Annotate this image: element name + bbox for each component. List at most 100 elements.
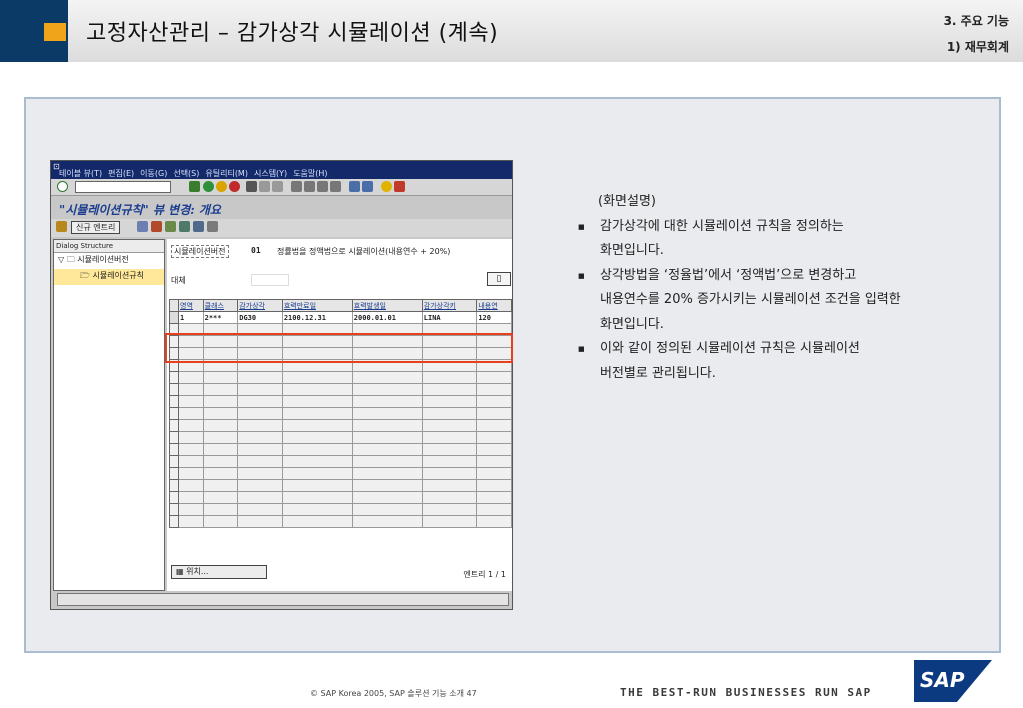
table-cell[interactable] <box>202 419 239 432</box>
table-cell[interactable] <box>281 419 353 432</box>
help-icon[interactable] <box>381 181 392 192</box>
tree-item-simulation-rule[interactable]: 🗁 시뮬레이션규칙 <box>54 269 164 285</box>
menu-item[interactable]: 편집(E) <box>108 169 134 178</box>
row-selector[interactable] <box>169 467 179 480</box>
table-cell[interactable] <box>237 479 283 492</box>
table-cell[interactable]: DG30 <box>237 311 283 324</box>
table-cell[interactable] <box>351 515 423 528</box>
row-selector[interactable] <box>169 491 179 504</box>
cancel-icon[interactable] <box>229 181 240 192</box>
table-cell[interactable] <box>178 491 204 504</box>
menu-item[interactable]: 이동(G) <box>140 169 167 178</box>
table-cell[interactable] <box>281 515 353 528</box>
table-cell[interactable] <box>476 515 512 528</box>
table-cell[interactable] <box>178 503 204 516</box>
expand-icon[interactable]: ▽ <box>58 255 67 264</box>
row-selector[interactable] <box>169 503 179 516</box>
enter-icon[interactable] <box>57 181 68 192</box>
column-header[interactable]: 효력발생일 <box>351 299 423 312</box>
table-row[interactable] <box>169 395 512 408</box>
table-cell[interactable] <box>421 407 478 420</box>
deselect-all-icon[interactable] <box>207 221 218 232</box>
next-page-icon[interactable] <box>317 181 328 192</box>
table-cell[interactable] <box>281 371 353 384</box>
table-cell[interactable] <box>351 395 423 408</box>
table-cell[interactable] <box>178 443 204 456</box>
table-row[interactable] <box>169 443 512 456</box>
table-cell[interactable]: 2000.01.01 <box>351 311 423 324</box>
table-cell[interactable] <box>421 383 478 396</box>
table-cell[interactable] <box>421 443 478 456</box>
table-row[interactable] <box>169 491 512 504</box>
row-selector[interactable] <box>169 383 179 396</box>
row-selector[interactable] <box>169 371 179 384</box>
table-cell[interactable] <box>421 515 478 528</box>
table-cell[interactable] <box>281 443 353 456</box>
table-cell[interactable] <box>202 455 239 468</box>
table-cell[interactable] <box>476 479 512 492</box>
menu-item[interactable]: 테이블 뷰(T) <box>59 169 102 178</box>
table-cell[interactable] <box>237 371 283 384</box>
table-cell[interactable] <box>476 491 512 504</box>
table-cell[interactable] <box>351 491 423 504</box>
table-cell[interactable] <box>281 479 353 492</box>
column-header[interactable]: 감가상각키 <box>421 299 478 312</box>
table-cell[interactable] <box>202 371 239 384</box>
menu-item[interactable]: 시스템(Y) <box>254 169 287 178</box>
command-field[interactable] <box>75 181 171 193</box>
table-cell[interactable] <box>202 515 239 528</box>
new-session-icon[interactable] <box>349 181 360 192</box>
row-selector[interactable] <box>169 455 179 468</box>
back-icon[interactable] <box>203 181 214 192</box>
undo-change-icon[interactable] <box>165 221 176 232</box>
table-cell[interactable] <box>202 383 239 396</box>
table-cell[interactable] <box>281 491 353 504</box>
table-row[interactable] <box>169 383 512 396</box>
row-selector[interactable] <box>169 479 179 492</box>
row-selector[interactable] <box>169 395 179 408</box>
table-cell[interactable] <box>351 443 423 456</box>
table-cell[interactable] <box>421 395 478 408</box>
table-cell[interactable] <box>281 407 353 420</box>
column-header[interactable]: 영역 <box>178 299 204 312</box>
table-cell[interactable]: 1 <box>178 311 204 324</box>
table-cell[interactable] <box>178 479 204 492</box>
menu-item[interactable]: 도움말(H) <box>293 169 327 178</box>
table-row[interactable] <box>169 419 512 432</box>
table-cell[interactable] <box>351 419 423 432</box>
column-header[interactable]: 내용연 <box>476 299 512 312</box>
find-icon[interactable] <box>259 181 270 192</box>
table-cell[interactable] <box>476 431 512 444</box>
table-cell[interactable] <box>237 455 283 468</box>
row-selector[interactable] <box>169 407 179 420</box>
column-header[interactable]: 클래스 <box>202 299 239 312</box>
row-selector[interactable] <box>169 431 179 444</box>
tree-item-simulation-version[interactable]: ▽ 🗀 시뮬레이션버전 <box>54 253 164 269</box>
table-cell[interactable] <box>237 431 283 444</box>
table-cell[interactable] <box>421 503 478 516</box>
display-change-icon[interactable] <box>56 221 67 232</box>
row-selector[interactable] <box>169 443 179 456</box>
table-cell[interactable]: 120 <box>476 311 512 324</box>
table-cell[interactable]: 2*** <box>202 311 239 324</box>
table-cell[interactable] <box>421 479 478 492</box>
new-entries-button[interactable]: 신규 엔트리 <box>71 221 121 234</box>
table-cell[interactable] <box>237 383 283 396</box>
table-cell[interactable] <box>351 383 423 396</box>
table-cell[interactable] <box>351 479 423 492</box>
table-row[interactable] <box>169 503 512 516</box>
table-cell[interactable] <box>351 455 423 468</box>
table-row[interactable] <box>169 515 512 528</box>
table-cell[interactable] <box>421 455 478 468</box>
table-row[interactable] <box>169 467 512 480</box>
table-cell[interactable] <box>351 467 423 480</box>
table-cell[interactable] <box>351 407 423 420</box>
table-cell[interactable] <box>476 503 512 516</box>
table-cell[interactable] <box>202 479 239 492</box>
table-cell[interactable] <box>202 431 239 444</box>
table-cell[interactable] <box>281 395 353 408</box>
table-cell[interactable] <box>476 383 512 396</box>
table-cell[interactable] <box>178 407 204 420</box>
table-row[interactable] <box>169 371 512 384</box>
table-cell[interactable] <box>237 419 283 432</box>
